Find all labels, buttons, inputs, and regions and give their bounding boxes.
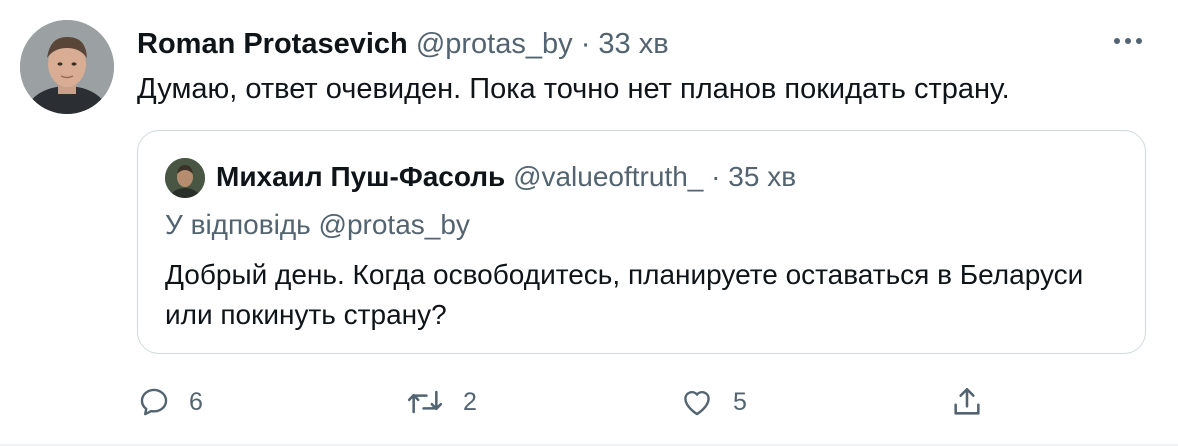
like-count: 5 bbox=[733, 387, 747, 416]
quoted-author-name: Михаил Пуш-Фасоль bbox=[216, 161, 506, 192]
tweet-timestamp[interactable]: 33 хв bbox=[598, 28, 668, 60]
retweet-button[interactable]: 2 bbox=[405, 382, 477, 422]
reply-to-label: У відповідь @protas_by bbox=[165, 209, 470, 240]
like-button[interactable]: 5 bbox=[679, 382, 747, 422]
tweet-text: Думаю, ответ очевиден. Пока точно нет пл… bbox=[137, 73, 1010, 105]
quoted-tweet-text: Добрый день. Когда освободитесь, планиру… bbox=[165, 259, 1084, 330]
author-avatar-image bbox=[20, 20, 114, 114]
quoted-tweet[interactable]: Михаил Пуш-Фасоль @valueoftruth_ · 35 хв… bbox=[137, 130, 1146, 354]
quoted-separator: · bbox=[711, 161, 721, 192]
author-avatar[interactable] bbox=[20, 20, 114, 114]
reply-count: 6 bbox=[189, 387, 203, 416]
more-options-button[interactable] bbox=[1110, 26, 1146, 56]
author-handle[interactable]: @protas_by bbox=[416, 28, 573, 60]
quoted-avatar-image bbox=[165, 158, 205, 198]
heart-icon bbox=[684, 390, 710, 416]
quoted-author-avatar bbox=[165, 158, 205, 198]
more-horizontal-icon bbox=[1114, 38, 1142, 44]
share-icon bbox=[954, 387, 980, 415]
reply-button[interactable]: 6 bbox=[137, 382, 203, 422]
share-button[interactable] bbox=[950, 382, 984, 422]
retweet-icon bbox=[407, 390, 443, 414]
tweet-header: Roman Protasevich @protas_by · 33 хв bbox=[137, 26, 669, 62]
quoted-timestamp: 35 хв bbox=[728, 161, 797, 192]
header-separator: · bbox=[580, 28, 591, 60]
reply-icon bbox=[140, 388, 168, 416]
quoted-author-handle: @valueoftruth_ bbox=[513, 161, 704, 192]
author-name[interactable]: Roman Protasevich bbox=[137, 28, 408, 60]
retweet-count: 2 bbox=[463, 387, 477, 416]
quoted-header: Михаил Пуш-Фасоль @valueoftruth_ · 35 хв bbox=[216, 159, 796, 195]
